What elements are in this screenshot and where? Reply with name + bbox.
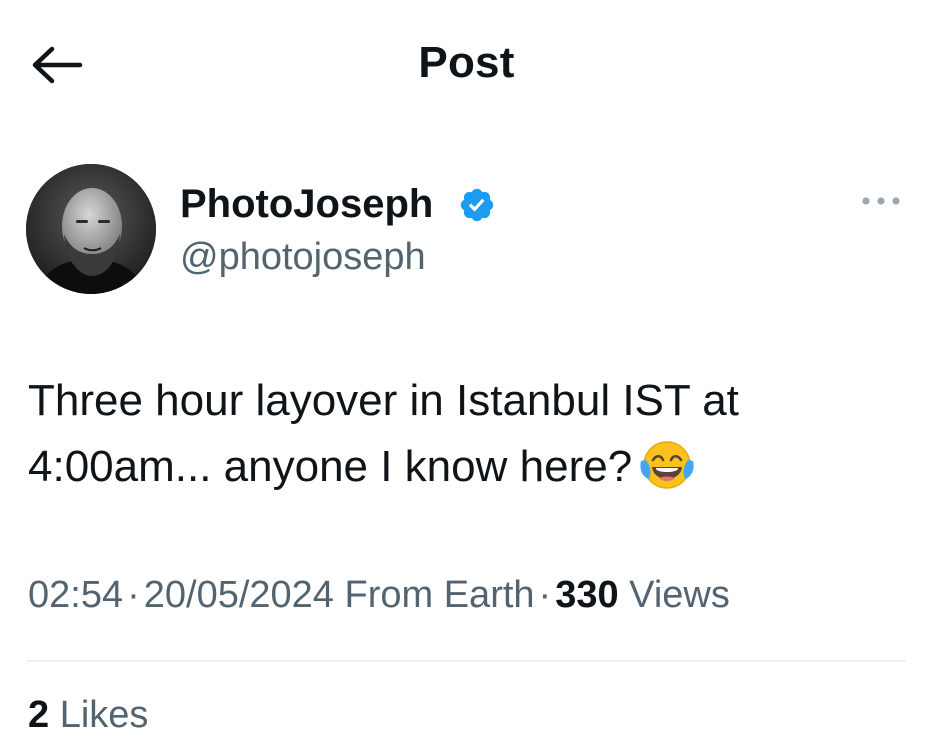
author-handle[interactable]: @photojoseph [180, 236, 426, 279]
top-bar: Post [0, 0, 933, 130]
views-count: 330 [555, 574, 619, 616]
more-horizontal-icon [862, 197, 900, 205]
post-text: Three hour layover in Istanbul IST at 4:… [28, 368, 908, 500]
post-text-content: Three hour layover in Istanbul IST at 4:… [28, 376, 739, 491]
likes-stat[interactable]: 2 Likes [28, 694, 148, 737]
page-title: Post [418, 38, 515, 87]
avatar-image [26, 164, 156, 294]
divider [26, 660, 906, 662]
post-meta: 02:54 · 20/05/2024 From Earth · 330 Views [28, 574, 730, 617]
separator-dot: · [127, 574, 140, 616]
post-time[interactable]: 02:54 [28, 574, 123, 616]
post-source: From Earth [344, 574, 535, 616]
avatar[interactable] [26, 164, 156, 294]
separator-dot: · [538, 574, 552, 616]
author-display-name[interactable]: PhotoJoseph [180, 182, 433, 227]
post-author: PhotoJoseph @photojoseph [26, 164, 906, 294]
likes-label: Likes [59, 694, 149, 736]
views-label: Views [629, 574, 730, 616]
face-with-tears-of-joy-icon [638, 439, 696, 491]
more-options-button[interactable] [858, 190, 904, 212]
likes-count: 2 [28, 694, 50, 736]
verified-badge-icon [458, 186, 496, 224]
post-date[interactable]: 20/05/2024 [144, 574, 334, 616]
